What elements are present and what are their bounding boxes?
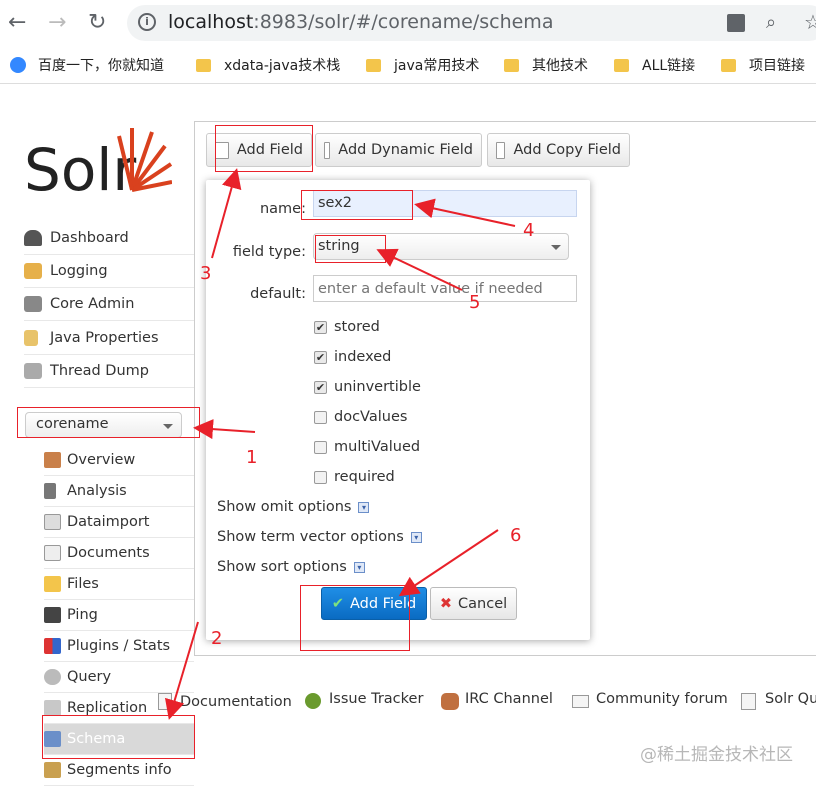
annotation-number: 2 [211,628,222,649]
annotation-number: 6 [510,525,521,546]
annotation-number: 4 [523,220,534,241]
annotation-arrows: 1 2 3 4 5 6 [164,168,534,720]
annotation-number: 3 [200,263,211,284]
annotation-number: 1 [246,447,257,468]
annotation-number: 5 [469,292,480,313]
watermark: @稀土掘金技术社区 [640,745,793,765]
